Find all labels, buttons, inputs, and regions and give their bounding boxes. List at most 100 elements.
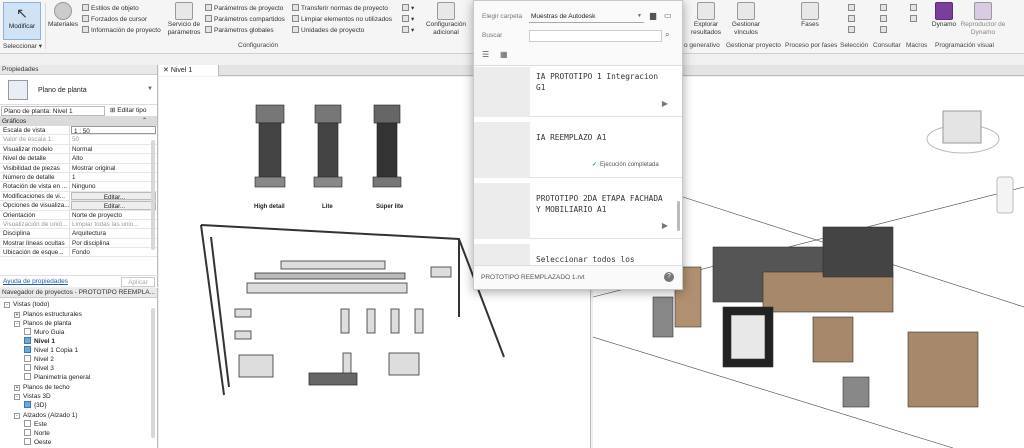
property-row[interactable]: Modificaciones de vi... Editar...	[0, 191, 157, 202]
parameter-service-button[interactable]: Servicio de parámetros	[167, 2, 201, 37]
edit-button[interactable]: Editar...	[71, 201, 156, 210]
collapse-icon[interactable]: -	[14, 394, 20, 400]
folder-add-icon[interactable]: ▆	[650, 11, 656, 20]
tree-item[interactable]: Este	[24, 420, 47, 429]
phases-button[interactable]: Fases	[796, 2, 824, 29]
dynamo-player-button[interactable]: Reproductor de Dynamo	[960, 2, 1006, 37]
properties-title: Propiedades	[0, 65, 157, 75]
purge-unused-button[interactable]: Limpiar elementos no utilizados	[292, 15, 392, 24]
tree-item[interactable]: + Planos estructurales	[14, 310, 82, 319]
property-row[interactable]: Opciones de visualiza... Editar...	[0, 201, 157, 211]
tree-item[interactable]: {3D}	[24, 401, 47, 410]
property-row[interactable]: Visibilidad de piezas Mostrar original	[0, 163, 157, 173]
expand-icon[interactable]: +	[14, 312, 20, 318]
property-row[interactable]: Nivel de detalle Alto	[0, 154, 157, 164]
additional-settings-button[interactable]: Configuración adicional	[424, 2, 468, 37]
property-row[interactable]: Visualización de unió... Limpiar todas la…	[0, 219, 157, 230]
tree-item[interactable]: Nivel 1 Copia 1	[24, 346, 78, 355]
misc-tool-2[interactable]: ▾	[402, 15, 414, 24]
macro-tool-2[interactable]	[910, 15, 919, 24]
tree-item[interactable]: Oeste	[24, 438, 51, 447]
edit-type-button[interactable]: ⊞ Editar tipo	[110, 106, 147, 116]
script-card[interactable]: IA PROTOTIPO 1 Integracion G1 ▶	[474, 67, 682, 117]
object-styles-button[interactable]: Estilos de objeto	[82, 4, 139, 13]
expand-icon[interactable]: +	[14, 385, 20, 391]
project-info-button[interactable]: Información de proyecto	[82, 26, 161, 35]
property-value[interactable]: 1 : 50	[71, 126, 156, 135]
property-row[interactable]: Número de detalle 1	[0, 172, 157, 183]
dialog-scrollbar[interactable]	[677, 201, 680, 231]
script-card[interactable]: PROTOTIPO 2DA ETAPA FACHADA Y MOBILIARIO…	[474, 183, 682, 239]
inquiry-tool-1[interactable]	[880, 4, 889, 13]
property-row[interactable]: Valor de escala 1: 50	[0, 135, 157, 145]
help-icon[interactable]: ?	[664, 272, 674, 282]
misc-tool-3[interactable]: ▾	[402, 26, 414, 35]
edit-button[interactable]: Editar...	[71, 191, 156, 201]
property-row[interactable]: Orientación Norte de proyecto	[0, 210, 157, 220]
materials-button[interactable]: Materiales	[48, 2, 78, 29]
inquiry-tool-2[interactable]	[880, 15, 889, 24]
explore-results-button[interactable]: Explorar resultados	[690, 2, 722, 37]
tree-item[interactable]: Nivel 1	[24, 337, 55, 346]
inquiry-tool-3[interactable]	[880, 26, 889, 35]
project-parameters-button[interactable]: Parámetros de proyecto	[205, 4, 283, 13]
collapse-icon[interactable]: -	[4, 302, 10, 308]
property-row[interactable]: Disciplina Arquitectura	[0, 229, 157, 239]
play-icon[interactable]: ▶	[662, 99, 668, 108]
dialog-footer: PROTOTIPO REEMPLAZADO 1.rvt ?	[474, 265, 682, 289]
tree-item[interactable]: + Planos de techo	[14, 383, 70, 392]
browser-scrollbar[interactable]	[151, 308, 155, 438]
search-input[interactable]	[529, 30, 662, 42]
property-row[interactable]: Ubicación de esque... Fondo	[0, 248, 157, 258]
property-row[interactable]: Escala de vista 1 : 50	[0, 126, 157, 136]
folder-select[interactable]: Muestras de Autodesk ▼	[529, 11, 644, 23]
global-parameters-button[interactable]: Parámetros globales	[205, 26, 274, 35]
manage-links-button[interactable]: Gestionar vínculos	[728, 2, 764, 37]
script-card[interactable]: IA REEMPLAZO A1 ✓ Ejecución completada	[474, 122, 682, 178]
properties-help-link[interactable]: Ayuda de propiedades	[3, 278, 68, 285]
collapse-icon[interactable]: -	[14, 321, 20, 327]
tree-item[interactable]: Norte	[24, 429, 50, 438]
tree-item[interactable]: Nivel 2	[24, 355, 54, 364]
search-icon[interactable]: ⌕	[665, 30, 669, 40]
grid-view-icon[interactable]: ▦	[500, 50, 508, 59]
selection-tool-3[interactable]	[848, 26, 857, 35]
collapse-icon[interactable]: -	[14, 413, 20, 419]
tree-item[interactable]: Nivel 3	[24, 364, 54, 373]
property-value: Por disciplina	[72, 239, 110, 247]
select-dropdown[interactable]: Seleccionar ▾	[3, 42, 42, 50]
list-view-icon[interactable]: ☰	[482, 50, 489, 59]
tree-item[interactable]: - Vistas 3D	[14, 392, 51, 401]
property-row[interactable]: Visualizar modelo Normal	[0, 144, 157, 155]
property-row[interactable]: Mostrar líneas ocultas Por disciplina	[0, 238, 157, 249]
tree-item[interactable]: - Alzados (Alzado 1)	[14, 411, 78, 420]
tab-nivel-1[interactable]: ✕ Nivel 1	[159, 65, 219, 76]
properties-scrollbar[interactable]	[151, 140, 155, 250]
modify-button[interactable]: ↖ Modificar	[3, 2, 41, 40]
script-card[interactable]: Seleccionar todos los elementos	[474, 244, 682, 265]
shared-parameters-button[interactable]: Parámetros compartidos	[205, 15, 285, 24]
selection-tool-1[interactable]	[848, 4, 857, 13]
tree-item[interactable]: - Planos de planta	[14, 319, 71, 328]
selection-tool-2[interactable]	[848, 15, 857, 24]
instance-selector[interactable]: Plano de planta: Nivel 1	[1, 106, 105, 116]
transfer-standards-button[interactable]: Transferir normas de proyecto	[292, 4, 388, 13]
graphics-group-header[interactable]: Gráficos ⌃	[0, 117, 157, 126]
macro-tool-1[interactable]	[910, 4, 919, 13]
dynamo-button[interactable]: Dynamo	[930, 2, 958, 29]
folder-open-icon[interactable]: ▭	[664, 11, 672, 20]
property-row[interactable]: Rotación de vista en ... Ninguno	[0, 182, 157, 192]
type-selector[interactable]: Plano de planta ▼	[0, 75, 157, 105]
apply-button[interactable]: Aplicar	[121, 277, 155, 287]
project-units-button[interactable]: Unidades de proyecto	[292, 26, 364, 35]
tree-item[interactable]: Planimetría general	[24, 373, 90, 382]
tree-item[interactable]: Muro Guia	[24, 328, 64, 337]
play-icon[interactable]: ▶	[662, 221, 668, 230]
snaps-button[interactable]: Forzados de cursor	[82, 15, 147, 24]
sample-label-high: High detail	[254, 204, 285, 210]
run-status: ✓ Ejecución completada	[592, 162, 659, 168]
close-icon[interactable]: ✕	[163, 67, 171, 74]
misc-tool-1[interactable]: ▾	[402, 4, 414, 13]
tree-item[interactable]: - Vistas (todo)	[4, 300, 49, 309]
tree-item-label: Alzados (Alzado 1)	[23, 412, 78, 419]
